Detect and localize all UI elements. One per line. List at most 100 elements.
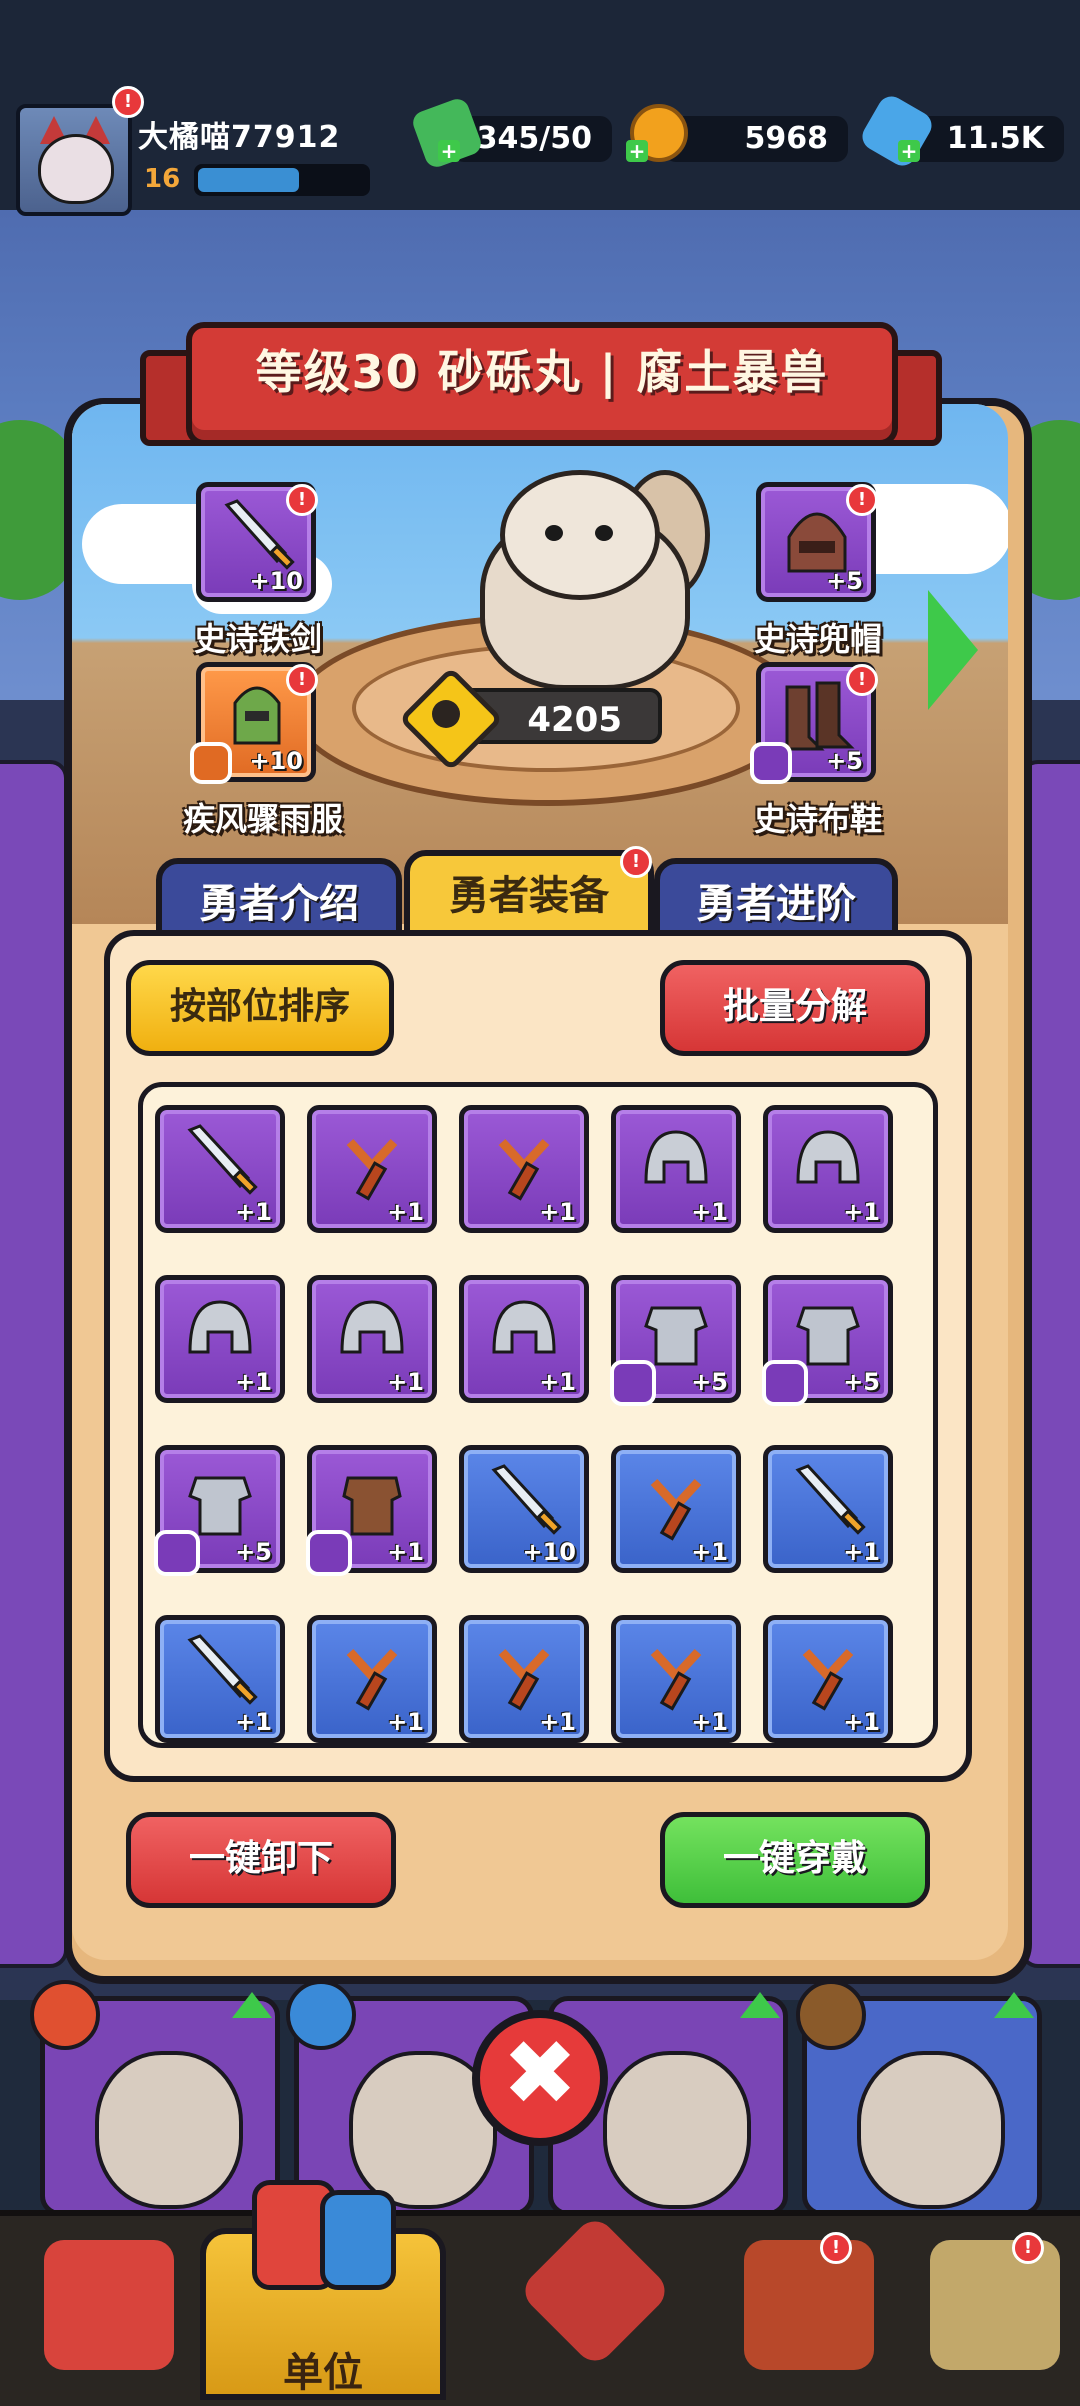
inventory-item[interactable]: +1 (307, 1275, 437, 1403)
inventory-item[interactable]: +1 (459, 1615, 589, 1743)
equipped-shoes-plus: +5 (826, 747, 863, 775)
helmet-icon (188, 1300, 252, 1354)
bulk-decompose-button[interactable]: 批量分解 (660, 960, 930, 1056)
inventory-item[interactable]: +5 (610, 1275, 741, 1406)
inventory-item[interactable]: +5 (762, 1275, 893, 1406)
slingshot-icon (498, 1648, 550, 1711)
home-castle-icon[interactable] (44, 2240, 174, 2370)
element-badge-icon (306, 1530, 352, 1576)
sword-icon (795, 1464, 866, 1535)
inventory-item[interactable]: +1 (459, 1275, 589, 1403)
inventory-grid: +1 +1 +1 +1 +1 +1 +1 +1 +5 +5 +5 +1 +10 +1 +1 +1 +1 +1 +1 +… (138, 1082, 938, 1748)
inventory-item[interactable]: +1 (611, 1445, 741, 1573)
unequip-all-button[interactable]: 一键卸下 (126, 1812, 396, 1908)
next-hero-arrow-icon[interactable] (928, 590, 978, 710)
equipped-helmet-plus: +5 (826, 567, 863, 595)
weapon-alert-badge: ! (286, 484, 318, 516)
inventory-item-plus: +1 (387, 1368, 424, 1396)
inventory-item[interactable]: +1 (306, 1445, 437, 1576)
slingshot-icon (498, 1138, 550, 1201)
slingshot-icon (802, 1648, 854, 1711)
coins-pill[interactable]: 5968 (664, 116, 848, 162)
inventory-item[interactable]: +1 (155, 1615, 285, 1743)
gems-value: 11.5K (946, 121, 1044, 156)
slingshot-icon (650, 1648, 702, 1711)
hero-title: 等级30 砂砾丸 | 腐土暴兽 (255, 345, 829, 399)
inventory-item-plus: +1 (843, 1538, 880, 1566)
sword-icon (491, 1464, 562, 1535)
inventory-item[interactable]: +5 (154, 1445, 285, 1576)
slingshot-icon (346, 1648, 398, 1711)
player-avatar[interactable] (16, 104, 132, 216)
helmet-icon (340, 1300, 404, 1354)
hero-head[interactable] (500, 470, 660, 600)
inventory-item[interactable]: +10 (459, 1445, 589, 1573)
inventory-item-plus: +1 (691, 1538, 728, 1566)
equip-all-button[interactable]: 一键穿戴 (660, 1812, 930, 1908)
inventory-item-plus: +5 (691, 1368, 728, 1396)
equipment-tab-alert-badge: ! (620, 846, 652, 878)
inventory-item-plus: +1 (235, 1198, 272, 1226)
inventory-item[interactable]: +1 (155, 1275, 285, 1403)
inventory-item-plus: +1 (387, 1708, 424, 1736)
shoes-alert-badge: ! (846, 664, 878, 696)
inventory-item[interactable]: +1 (307, 1615, 437, 1743)
inventory-item[interactable]: +1 (611, 1615, 741, 1743)
nav-units-label: 单位 (283, 2350, 363, 2396)
equipped-shoes-name: 史诗布鞋 (753, 800, 882, 838)
add-gems-plus-icon[interactable]: + (898, 140, 920, 162)
inventory-item-plus: +1 (843, 1708, 880, 1736)
paw-power-icon-center (432, 700, 460, 728)
add-coins-plus-icon[interactable]: + (626, 140, 648, 162)
helmet-icon (796, 1130, 860, 1184)
inventory-item-plus: +1 (235, 1368, 272, 1396)
inventory-item-plus: +1 (539, 1198, 576, 1226)
inventory-item[interactable]: +1 (763, 1445, 893, 1573)
blue-cat-unit-icon (320, 2190, 396, 2290)
add-energy-plus-icon[interactable]: + (438, 140, 460, 162)
inventory-item[interactable]: +1 (763, 1105, 893, 1233)
inventory-item-plus: +1 (843, 1198, 880, 1226)
map-scroll-icon[interactable] (930, 2240, 1060, 2370)
equipped-helmet-name: 史诗兜帽 (753, 620, 882, 658)
inventory-item[interactable]: +1 (459, 1105, 589, 1233)
unit-portrait (603, 2051, 751, 2209)
inventory-item[interactable]: +1 (611, 1105, 741, 1233)
coins-value: 5968 (744, 121, 829, 156)
hero-power-value: 4205 (527, 700, 622, 740)
equipped-armor-name: 疾风骤雨服 (182, 800, 343, 838)
sword-icon (187, 1124, 258, 1195)
upgrade-arrow-icon (232, 1992, 272, 2018)
background-unit-card-left (0, 760, 68, 1968)
upgrade-arrow-icon (994, 1992, 1034, 2018)
earth-element-icon (796, 1980, 866, 2050)
inventory-item-plus: +1 (235, 1708, 272, 1736)
unit-portrait (95, 2051, 243, 2209)
xp-bar-fill (198, 168, 299, 192)
inventory-item-plus: +1 (387, 1538, 424, 1566)
slingshot-icon (650, 1478, 702, 1541)
inventory-item-plus: +10 (522, 1538, 576, 1566)
player-name: 大橘喵77912 (138, 120, 341, 155)
element-badge-icon (154, 1530, 200, 1576)
inventory-item-plus: +1 (387, 1198, 424, 1226)
xp-bar (194, 164, 370, 196)
inventory-item[interactable]: +1 (763, 1615, 893, 1743)
close-button[interactable]: ✖ (472, 2010, 608, 2146)
hero-eye-right (595, 525, 613, 541)
ship-icon[interactable] (744, 2240, 874, 2370)
sort-by-slot-button[interactable]: 按部位排序 (126, 960, 394, 1056)
inventory-item-plus: +1 (539, 1368, 576, 1396)
armor-alert-badge: ! (286, 664, 318, 696)
inventory-item-plus: +5 (235, 1538, 272, 1566)
hero-eye-left (545, 525, 563, 541)
sword-icon (187, 1634, 258, 1705)
wind-element-icon (190, 742, 232, 784)
player-level: 16 (144, 164, 181, 194)
inventory-item-plus: +1 (691, 1708, 728, 1736)
unit-portrait (857, 2051, 1005, 2209)
inventory-item[interactable]: +1 (307, 1105, 437, 1233)
upgrade-arrow-icon (740, 1992, 780, 2018)
inventory-item[interactable]: +1 (155, 1105, 285, 1233)
element-badge-icon (762, 1360, 808, 1406)
